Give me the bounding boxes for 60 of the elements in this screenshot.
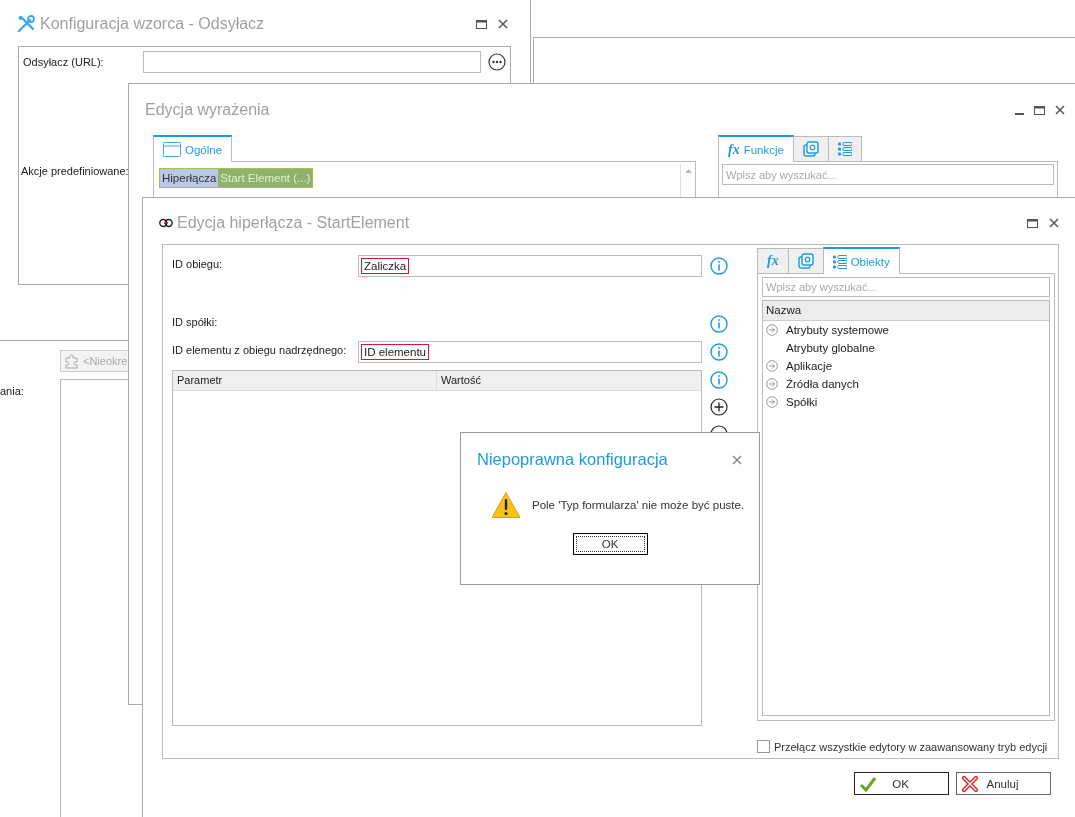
field-label: ania: [0, 385, 24, 397]
stacked-squares-icon [802, 141, 819, 157]
dialog-title: Niepoprawna konfiguracja [477, 450, 668, 469]
error-message: Pole 'Typ formularza' nie może być puste. [532, 499, 745, 511]
add-icon[interactable] [710, 398, 728, 416]
field-label: ID obiegu: [172, 257, 224, 270]
maximize-icon[interactable] [1027, 218, 1038, 228]
info-icon[interactable] [710, 257, 728, 275]
window-title: Konfiguracja wzorca - Odsyłacz [40, 15, 265, 33]
warning-icon [491, 491, 521, 519]
ok-button[interactable]: OK [854, 772, 949, 795]
close-icon[interactable] [498, 19, 508, 29]
tree-item[interactable]: Atrybuty systemowe [786, 324, 889, 336]
info-icon[interactable] [710, 315, 728, 333]
more-icon[interactable] [488, 53, 506, 71]
list-icon [832, 254, 847, 269]
close-icon[interactable] [732, 454, 742, 465]
field-label: Odsyłacz (URL): [23, 56, 105, 68]
checkbox[interactable] [757, 740, 770, 753]
close-icon[interactable] [1049, 218, 1059, 228]
tab[interactable] [827, 136, 862, 161]
info-icon[interactable] [710, 343, 728, 361]
url-field[interactable] [143, 51, 481, 73]
text-field[interactable]: ID elementu [358, 341, 702, 363]
field-label: ID elementu z obiegu nadrzędnego: [172, 343, 348, 356]
close-icon[interactable] [1055, 105, 1065, 115]
ok-button[interactable]: OK [572, 533, 648, 555]
text-field[interactable]: Zaliczka [358, 255, 702, 277]
tree-item[interactable]: Źródła danych [786, 378, 859, 390]
column-header[interactable]: Wartość [437, 371, 485, 390]
window-title: Edycja wyrażenia [145, 101, 270, 119]
tree-item[interactable]: Aplikacje [786, 360, 833, 372]
search-field[interactable]: Wpisz aby wyszukać... [762, 277, 1050, 297]
value-token: ID elementu [361, 344, 429, 360]
maximize-icon[interactable] [1034, 105, 1045, 115]
tab[interactable] [792, 136, 829, 161]
list-icon [837, 142, 852, 156]
search-field[interactable]: Wpisz aby wyszukać... [722, 164, 1054, 185]
column-header[interactable]: Parametr [173, 371, 437, 390]
tools-icon [16, 14, 36, 34]
maximize-icon[interactable] [476, 19, 487, 29]
tree-item[interactable]: Atrybuty globalne [786, 342, 875, 354]
column-header[interactable]: Nazwa [763, 301, 1049, 321]
info-icon[interactable] [710, 371, 728, 389]
stacked-squares-icon [797, 253, 814, 269]
window-icon [163, 142, 181, 157]
tree-item[interactable]: Spółki [786, 396, 818, 408]
expression-token[interactable]: Hiperłącza [160, 169, 219, 187]
check-icon [859, 775, 877, 792]
field-label: Akcje predefiniowane: [21, 165, 130, 177]
tab[interactable] [787, 248, 824, 273]
puzzle-icon [64, 353, 80, 369]
window-title: Edycja hiperłącza - StartElement [177, 214, 410, 232]
value-token: Zaliczka [361, 258, 410, 274]
cancel-button[interactable]: Anuluj [956, 772, 1051, 795]
checkbox-label: Przełącz wszystkie edytory w zaawansowany tryb edycji [774, 740, 1048, 753]
cross-icon [961, 774, 979, 793]
scroll-up-icon[interactable] [684, 169, 692, 173]
field-label: ID spółki: [172, 315, 219, 328]
link-icon [159, 218, 173, 228]
